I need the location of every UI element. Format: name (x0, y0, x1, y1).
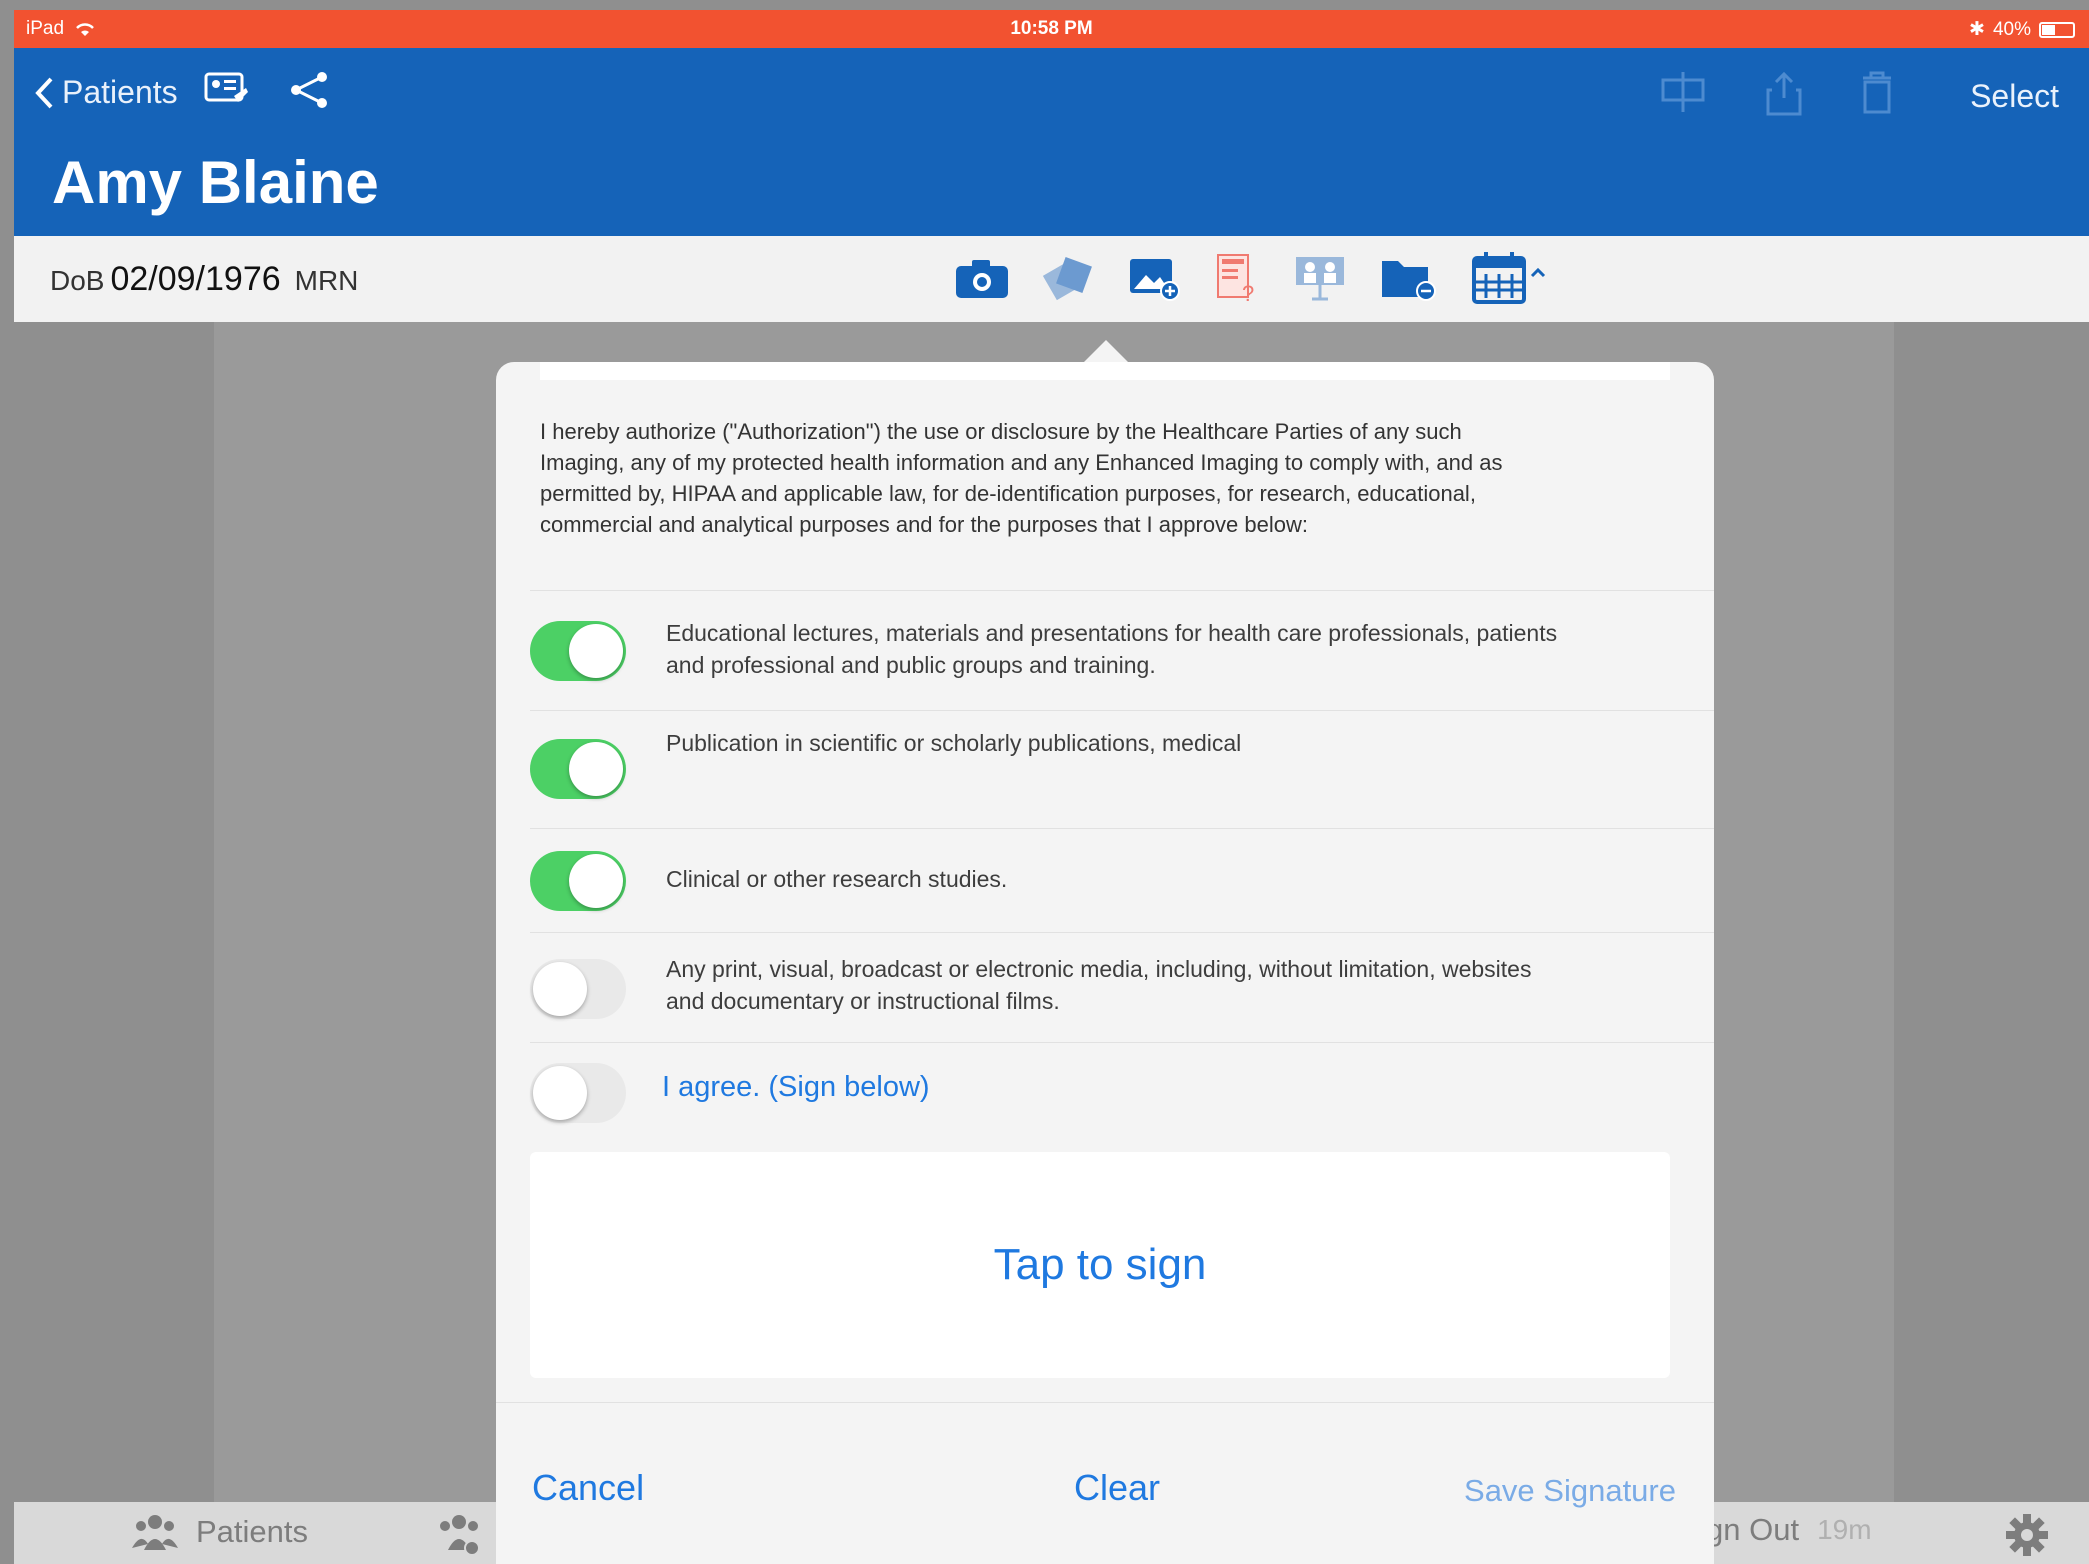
bluetooth-icon: ✱ (1969, 19, 1985, 40)
popover-actions: Cancel Clear Save Signature (496, 1402, 1714, 1564)
sign-out-button[interactable]: gn Out 19m (1706, 1512, 1872, 1548)
export-icon[interactable] (1764, 70, 1804, 118)
compare-icon[interactable] (1659, 70, 1709, 114)
patients-group-icon (132, 1515, 178, 1550)
dob-value: 02/09/1976 (110, 260, 281, 298)
media-toolbar: ? (954, 250, 1550, 306)
media-toggle[interactable] (530, 959, 626, 1019)
agree-label: I agree. (Sign below) (662, 1071, 930, 1103)
patient-board-icon[interactable] (1292, 253, 1350, 303)
popover-arrow (1084, 340, 1128, 362)
photo-stack-icon[interactable] (1040, 253, 1096, 303)
research-toggle[interactable] (530, 851, 626, 911)
media-label: Any print, visual, broadcast or electron… (666, 956, 1532, 1014)
signature-box[interactable]: Tap to sign (530, 1152, 1670, 1378)
status-bar: iPad 10:58 PM ✱ 40% (14, 10, 2089, 48)
camera-icon[interactable] (954, 256, 1010, 300)
consent-option-research: Clinical or other research studies. (530, 828, 1714, 933)
tab-groups[interactable] (436, 1512, 482, 1556)
consent-form-icon[interactable]: ? (1212, 251, 1262, 305)
app-frame: iPad 10:58 PM ✱ 40% Patients Select Amy … (14, 10, 2089, 1564)
page-title: Amy Blaine (52, 149, 379, 216)
status-time: 10:58 PM (1010, 18, 1093, 39)
battery-icon (2039, 21, 2075, 38)
share-icon[interactable] (288, 70, 330, 110)
consent-option-agree: I agree. (Sign below) (530, 1042, 1714, 1137)
sign-out-timer: 19m (1817, 1514, 1872, 1545)
add-image-icon[interactable] (1126, 253, 1182, 303)
gear-icon[interactable] (2004, 1512, 2050, 1558)
consent-option-educational: Educational lectures, materials and pres… (530, 590, 1714, 711)
mrn-label: MRN (294, 265, 359, 296)
consent-popover: I hereby authorize ("Authorization") the… (496, 362, 1714, 1564)
calendar-icon[interactable] (1470, 250, 1550, 306)
educational-toggle[interactable] (530, 621, 626, 681)
back-button[interactable]: Patients (34, 74, 178, 111)
svg-text:?: ? (1242, 281, 1254, 305)
clear-button[interactable]: Clear (1074, 1467, 1160, 1509)
tab-patients-label: Patients (196, 1514, 309, 1549)
tap-to-sign-label: Tap to sign (993, 1240, 1207, 1289)
chevron-left-icon (35, 77, 53, 108)
consent-option-media: Any print, visual, broadcast or electron… (530, 932, 1714, 1043)
patient-dob: DoB 02/09/1976 MRN (50, 260, 358, 299)
consent-option-publication: Publication in scientific or scholarly p… (530, 710, 1714, 829)
battery-percent: 40% (1992, 18, 2031, 40)
folder-icon[interactable] (1380, 253, 1440, 303)
save-signature-button[interactable]: Save Signature (1464, 1473, 1676, 1509)
patient-info-bar: DoB 02/09/1976 MRN ? (14, 236, 2089, 323)
groups-icon (440, 1515, 480, 1556)
cancel-button[interactable]: Cancel (532, 1467, 644, 1509)
agree-toggle[interactable] (530, 1063, 626, 1123)
id-card-icon[interactable] (204, 70, 250, 110)
dob-label: DoB (50, 265, 105, 296)
back-button-label: Patients (62, 74, 178, 110)
authorization-text: I hereby authorize ("Authorization") the… (540, 419, 1503, 537)
navigation-bar: Patients Select Amy Blaine (14, 48, 2089, 236)
trash-icon[interactable] (1859, 70, 1895, 116)
tab-patients[interactable]: Patients (132, 1512, 308, 1552)
publication-label: Publication in scientific or scholarly p… (666, 730, 1242, 756)
research-label: Clinical or other research studies. (666, 866, 1008, 892)
select-button[interactable]: Select (1970, 78, 2059, 115)
publication-toggle[interactable] (530, 739, 626, 799)
sign-out-label: gn Out (1706, 1512, 1800, 1547)
educational-label: Educational lectures, materials and pres… (666, 620, 1558, 678)
